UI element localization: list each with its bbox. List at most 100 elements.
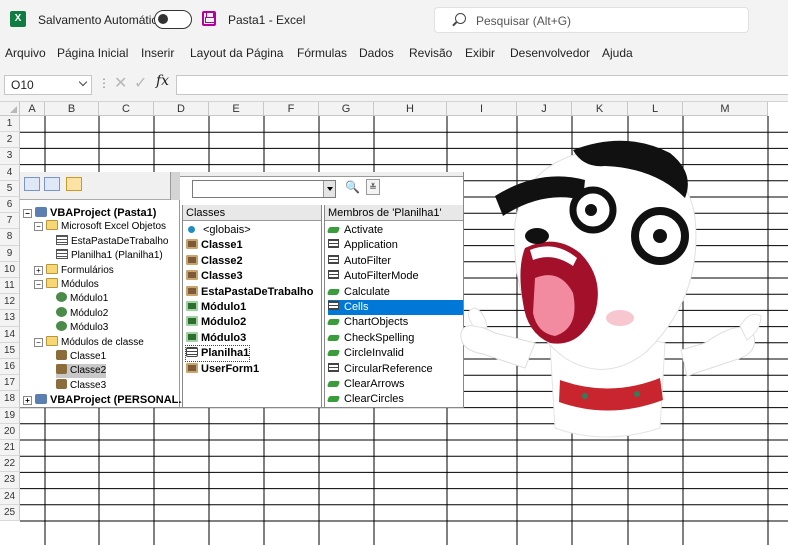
tree-item[interactable]: Módulo2 — [56, 306, 108, 321]
class-item[interactable]: <globais> — [186, 223, 251, 238]
insert-function-button[interactable]: fx — [156, 73, 169, 89]
binoculars-icon[interactable]: 🔍 — [345, 180, 360, 194]
member-item[interactable]: Cells — [328, 300, 463, 315]
ribbon-tab-revis-o[interactable]: Revisão — [409, 46, 452, 60]
row-header-13[interactable]: 13 — [0, 310, 20, 327]
tree-item[interactable]: + Formulários — [34, 263, 114, 278]
member-item[interactable]: AutoFilterMode — [328, 269, 419, 284]
row-header-10[interactable]: 10 — [0, 261, 20, 278]
row-header-16[interactable]: 16 — [0, 359, 20, 376]
row-header-23[interactable]: 23 — [0, 472, 20, 489]
row-header-15[interactable]: 15 — [0, 342, 20, 359]
member-item[interactable]: CircleInvalid — [326, 346, 404, 361]
tree-item[interactable]: Módulo1 — [56, 292, 108, 306]
column-header-k[interactable]: K — [572, 102, 628, 116]
tree-item[interactable]: Classe2 — [56, 364, 107, 379]
column-header-f[interactable]: F — [264, 102, 319, 116]
more-icon[interactable]: ⋮ — [98, 76, 110, 90]
ribbon-tab-p-gina-inicial[interactable]: Página Inicial — [57, 46, 128, 60]
column-header-m[interactable]: M — [683, 102, 768, 116]
autosave-toggle[interactable] — [154, 10, 192, 29]
column-header-b[interactable]: B — [45, 102, 99, 116]
row-header-8[interactable]: 8 — [0, 229, 20, 246]
column-header-h[interactable]: H — [374, 102, 447, 116]
select-all-corner[interactable] — [0, 102, 20, 116]
class-item[interactable]: UserForm1 — [186, 362, 259, 377]
class-item[interactable]: Classe1 — [186, 238, 243, 253]
row-header-20[interactable]: 20 — [0, 423, 20, 440]
ribbon-tab-layout-da-p-gina[interactable]: Layout da Página — [190, 46, 283, 60]
row-header-19[interactable]: 19 — [0, 407, 20, 424]
search-box[interactable]: Pesquisar (Alt+G) — [434, 7, 749, 33]
ribbon-tab-arquivo[interactable]: Arquivo — [5, 46, 46, 60]
tree-item[interactable]: Classe3 — [56, 378, 106, 393]
column-header-j[interactable]: J — [517, 102, 572, 116]
tree-item[interactable]: − Módulos — [34, 278, 99, 292]
tree-item[interactable]: + VBAProject (PERSONAL.X — [23, 393, 189, 407]
ribbon-tab-exibir[interactable]: Exibir — [465, 46, 495, 60]
row-header-14[interactable]: 14 — [0, 326, 20, 343]
column-header-e[interactable]: E — [209, 102, 264, 116]
row-header-18[interactable]: 18 — [0, 391, 20, 408]
member-item[interactable]: AutoFilter — [328, 254, 391, 269]
ribbon-tab-f-rmulas[interactable]: Fórmulas — [297, 46, 347, 60]
member-item[interactable]: Application — [328, 238, 398, 253]
view-code-icon[interactable] — [24, 177, 40, 191]
collapse-icon[interactable]: − — [34, 337, 43, 347]
tree-item[interactable]: EstaPastaDeTrabalho — [56, 234, 168, 249]
column-header-d[interactable]: D — [154, 102, 209, 116]
ribbon-tab-desenvolvedor[interactable]: Desenvolvedor — [510, 46, 590, 60]
class-item[interactable]: EstaPastaDeTrabalho — [186, 285, 314, 300]
tree-item[interactable]: − Módulos de classe — [34, 335, 144, 350]
row-header-5[interactable]: 5 — [0, 180, 20, 197]
row-header-3[interactable]: 3 — [0, 148, 20, 165]
row-header-21[interactable]: 21 — [0, 440, 20, 457]
toolbar-scrollbar[interactable] — [170, 172, 180, 200]
expand-icon[interactable]: + — [34, 265, 43, 275]
row-header-17[interactable]: 17 — [0, 375, 20, 392]
toggle-folders-icon[interactable] — [66, 177, 82, 191]
row-header-2[interactable]: 2 — [0, 132, 20, 149]
row-header-4[interactable]: 4 — [0, 164, 20, 181]
tree-item[interactable]: − Microsoft Excel Objetos — [34, 220, 166, 234]
save-icon[interactable] — [202, 11, 216, 26]
member-item[interactable]: ClearCircles — [326, 392, 404, 407]
collapse-icon[interactable]: − — [23, 209, 32, 218]
chevron-down-icon[interactable] — [323, 181, 335, 197]
ribbon-tab-dados[interactable]: Dados — [359, 46, 394, 60]
column-header-g[interactable]: G — [319, 102, 374, 116]
class-item[interactable]: Classe3 — [186, 269, 243, 284]
collapse-icon[interactable]: − — [34, 222, 43, 232]
row-header-1[interactable]: 1 — [0, 116, 20, 133]
column-header-c[interactable]: C — [99, 102, 154, 116]
tree-item[interactable]: Planilha1 (Planilha1) — [56, 249, 163, 263]
chevron-double-down-icon[interactable]: ≚ — [366, 179, 380, 195]
formula-input[interactable] — [176, 75, 788, 95]
class-item[interactable]: Módulo1 — [186, 300, 246, 315]
name-box[interactable]: O10 — [4, 75, 92, 95]
chevron-down-icon[interactable] — [78, 77, 88, 87]
row-header-6[interactable]: 6 — [0, 197, 20, 214]
class-item[interactable]: Módulo3 — [186, 331, 246, 346]
member-item[interactable]: Calculate — [326, 285, 390, 300]
row-header-25[interactable]: 25 — [0, 504, 20, 521]
row-header-7[interactable]: 7 — [0, 213, 20, 230]
tree-item[interactable]: Módulo3 — [56, 321, 108, 335]
column-header-a[interactable]: A — [20, 102, 45, 116]
member-item[interactable]: ChartObjects — [326, 315, 408, 330]
view-object-icon[interactable] — [44, 177, 60, 191]
column-header-l[interactable]: L — [628, 102, 683, 116]
expand-icon[interactable]: + — [23, 396, 32, 406]
ribbon-tab-ajuda[interactable]: Ajuda — [602, 46, 633, 60]
class-item[interactable]: Planilha1 — [184, 345, 251, 363]
tree-item[interactable]: − VBAProject (Pasta1) — [23, 206, 156, 220]
search-text-combo[interactable] — [192, 180, 336, 198]
member-item[interactable]: Activate — [326, 223, 383, 238]
column-header-i[interactable]: I — [447, 102, 517, 116]
class-item[interactable]: Classe2 — [186, 254, 243, 269]
row-header-9[interactable]: 9 — [0, 245, 20, 262]
tree-item[interactable]: Classe1 — [56, 350, 106, 364]
check-icon[interactable]: ✓ — [134, 73, 147, 93]
collapse-icon[interactable]: − — [34, 280, 43, 289]
member-item[interactable]: CircularReference — [328, 362, 433, 377]
